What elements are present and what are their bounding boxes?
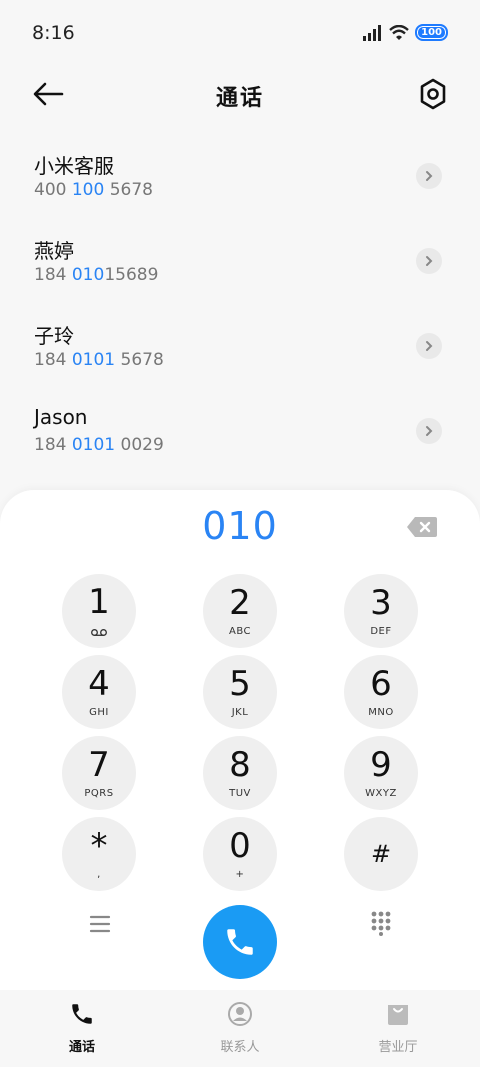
match-highlight: 100 — [71, 180, 105, 200]
key-letters: PQRS — [84, 787, 114, 799]
status-time: 8:16 — [32, 22, 75, 44]
contact-name: 燕婷 — [34, 239, 74, 263]
contact-detail-button[interactable] — [416, 163, 442, 189]
key-letters: MNO — [368, 706, 394, 718]
hide-dialpad-button[interactable] — [370, 910, 392, 936]
key-hash[interactable]: # — [344, 817, 418, 891]
list-item[interactable]: Jason 184 0101 0029 — [0, 395, 480, 480]
list-item[interactable]: 燕婷 184 01015689 — [0, 225, 480, 310]
contact-detail-button[interactable] — [416, 333, 442, 359]
contact-number: 400 100 5678 — [34, 180, 153, 200]
status-icons: 100 — [363, 24, 448, 41]
key-7[interactable]: 7 PQRS — [62, 736, 136, 810]
phone-icon — [68, 1000, 96, 1028]
menu-icon — [89, 915, 111, 933]
voicemail-icon — [91, 628, 107, 636]
match-highlight: 0101 — [71, 350, 116, 370]
key-digit: 3 — [370, 582, 392, 623]
match-highlight: 0101 — [71, 435, 116, 455]
contact-detail-button[interactable] — [416, 418, 442, 444]
key-letters: JKL — [231, 706, 249, 718]
key-4[interactable]: 4 GHI — [62, 655, 136, 729]
key-digit: 0 — [229, 825, 251, 866]
key-digit: 4 — [88, 663, 110, 704]
list-item[interactable]: 子玲 184 0101 5678 — [0, 310, 480, 395]
key-letters: DEF — [370, 625, 392, 637]
tab-contacts[interactable]: 联系人 — [190, 1000, 290, 1055]
backspace-button[interactable] — [406, 516, 438, 538]
key-digit: 1 — [88, 581, 110, 622]
key-digit: 8 — [229, 744, 251, 785]
backspace-icon — [407, 517, 437, 537]
tab-label: 通话 — [68, 1040, 95, 1055]
shopping-bag-icon — [384, 1000, 412, 1028]
key-1[interactable]: 1 — [62, 574, 136, 648]
status-bar: 8:16 100 — [0, 0, 480, 68]
key-3[interactable]: 3 DEF — [344, 574, 418, 648]
key-digit: 5 — [229, 663, 251, 704]
key-digit: 9 — [370, 744, 392, 785]
chevron-right-icon — [426, 426, 433, 436]
list-item[interactable]: 小米客服 400 100 5678 — [0, 140, 480, 225]
signal-icon — [363, 24, 382, 41]
bottom-tab-bar: 通话 联系人 营业厅 — [0, 990, 480, 1067]
key-letters: ABC — [228, 625, 251, 637]
key-letters: + — [235, 868, 245, 880]
contact-number: 184 0101 0029 — [34, 435, 164, 455]
key-9[interactable]: 9 WXYZ — [344, 736, 418, 810]
key-digit: 7 — [88, 744, 110, 785]
key-digit: # — [370, 840, 392, 868]
key-letters: , — [97, 868, 101, 880]
tab-calls[interactable]: 通话 — [32, 1000, 132, 1055]
chevron-right-icon — [426, 171, 433, 181]
contact-number: 184 0101 5678 — [34, 350, 164, 370]
key-0[interactable]: 0 + — [203, 817, 277, 891]
menu-button[interactable] — [89, 914, 111, 934]
key-6[interactable]: 6 MNO — [344, 655, 418, 729]
call-button[interactable] — [203, 905, 277, 979]
page-title: 通话 — [215, 86, 264, 111]
contact-name: 小米客服 — [34, 154, 114, 178]
tab-label: 营业厅 — [378, 1040, 418, 1055]
key-digit: 2 — [229, 582, 251, 623]
key-digit: 6 — [370, 663, 392, 704]
top-bar: 通话 — [0, 68, 480, 120]
contact-detail-button[interactable] — [416, 248, 442, 274]
contact-number: 184 01015689 — [34, 265, 159, 285]
key-letters: TUV — [229, 787, 251, 799]
dialpad-panel: 010 1 2 ABC 3 DEF 4 GHI 5 JKL 6 MNO 7 PQ… — [0, 490, 480, 990]
phone-icon — [227, 929, 253, 955]
settings-button[interactable] — [416, 76, 450, 112]
key-digit: * — [90, 825, 108, 866]
key-letters: GHI — [89, 706, 109, 718]
tab-label: 联系人 — [220, 1040, 260, 1055]
search-results-list: 小米客服 400 100 5678 燕婷 184 01015689 子玲 184… — [0, 140, 480, 480]
battery-icon: 100 — [415, 24, 448, 41]
chevron-right-icon — [426, 256, 433, 266]
key-star[interactable]: * , — [62, 817, 136, 891]
chevron-right-icon — [426, 341, 433, 351]
tab-service-hall[interactable]: 营业厅 — [348, 1000, 448, 1055]
settings-icon — [420, 78, 446, 110]
key-5[interactable]: 5 JKL — [203, 655, 277, 729]
key-letters: WXYZ — [365, 787, 397, 799]
contact-name: 子玲 — [34, 324, 74, 348]
contact-name: Jason — [34, 405, 88, 429]
match-highlight: 010 — [71, 265, 105, 285]
key-8[interactable]: 8 TUV — [203, 736, 277, 810]
dialpad-icon — [371, 911, 391, 936]
wifi-icon — [389, 24, 409, 40]
key-2[interactable]: 2 ABC — [203, 574, 277, 648]
person-icon — [226, 1000, 254, 1028]
